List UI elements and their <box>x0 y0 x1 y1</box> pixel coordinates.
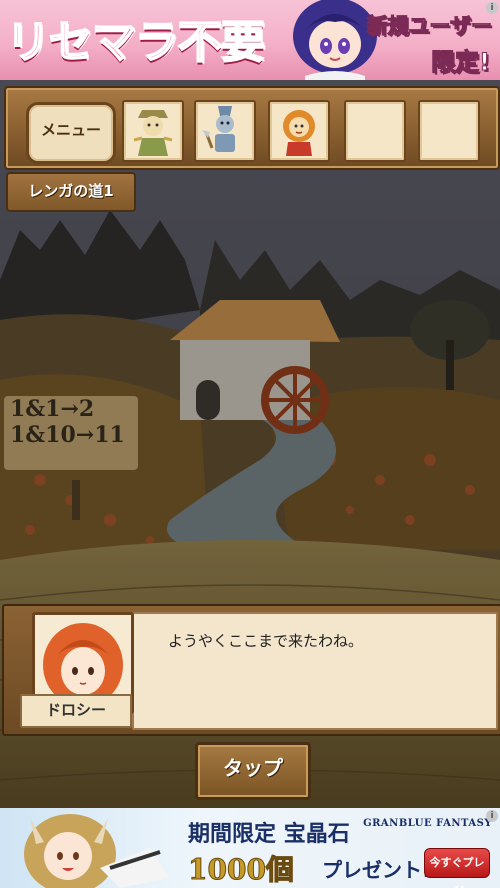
top-ad-banner[interactable]: リセマラ不要 新規ユーザー 限定! i <box>0 0 500 80</box>
ad-bottom-character-image <box>24 814 170 888</box>
tap-button[interactable]: タップ <box>195 742 311 800</box>
lion-icon <box>283 110 315 156</box>
party-slot-empty-1[interactable] <box>344 100 406 162</box>
party-bar: メニュー <box>4 86 500 170</box>
party-slot-lion[interactable] <box>268 100 330 162</box>
party-slot-tin-woodman[interactable] <box>194 100 256 162</box>
ad-headline: 期間限定 宝晶石 <box>188 816 350 848</box>
party-slot-empty-2[interactable] <box>418 100 480 162</box>
dialog-paper: ようやくここまで来たわね。 <box>132 612 498 730</box>
menu-button[interactable]: メニュー <box>26 102 116 164</box>
ad-amount-suffix: プレゼント! <box>322 858 432 882</box>
ad-bottom-info-icon[interactable]: i <box>486 810 498 822</box>
ad-amount: 1000個 <box>188 853 295 887</box>
location-label: レンガの道1 <box>6 172 136 212</box>
hint-line-2: 1&10→11 <box>10 422 125 448</box>
ad-headline-item: 宝晶石 <box>283 822 350 847</box>
dialog-message: ようやくここまで来たわね。 <box>168 632 364 650</box>
speaker-name: ドロシー <box>20 694 132 728</box>
ad-headline-prefix: 期間限定 <box>188 822 277 847</box>
ad-subtitle-limited: 限定! <box>431 48 491 77</box>
scarecrow-icon <box>133 110 173 156</box>
hint-line-1: 1&1→2 <box>10 396 95 422</box>
ad-title: リセマラ不要 <box>5 16 266 69</box>
bottom-ad-banner[interactable]: 期間限定 宝晶石 1000個 プレゼント! GRANBLUE FANTASY 今… <box>0 808 500 888</box>
game-scene[interactable]: メニュー レンガの道1 1&1→2 1&10→11 ようやくここまで来たわね。 … <box>0 80 500 808</box>
ad-play-now-button[interactable]: 今すぐプレイ! <box>424 848 490 888</box>
overlay-hint: 1&1→2 1&10→11 <box>4 396 138 470</box>
ad-info-icon[interactable]: i <box>486 2 498 14</box>
ad-game-logo: GRANBLUE FANTASY <box>363 818 492 829</box>
party-slot-scarecrow[interactable] <box>122 100 184 162</box>
tin-woodman-icon <box>202 106 235 152</box>
dialog-box[interactable]: ようやくここまで来たわね。 ドロシー <box>2 604 500 736</box>
ad-subtitle-new-user: 新規ユーザー <box>366 14 493 39</box>
